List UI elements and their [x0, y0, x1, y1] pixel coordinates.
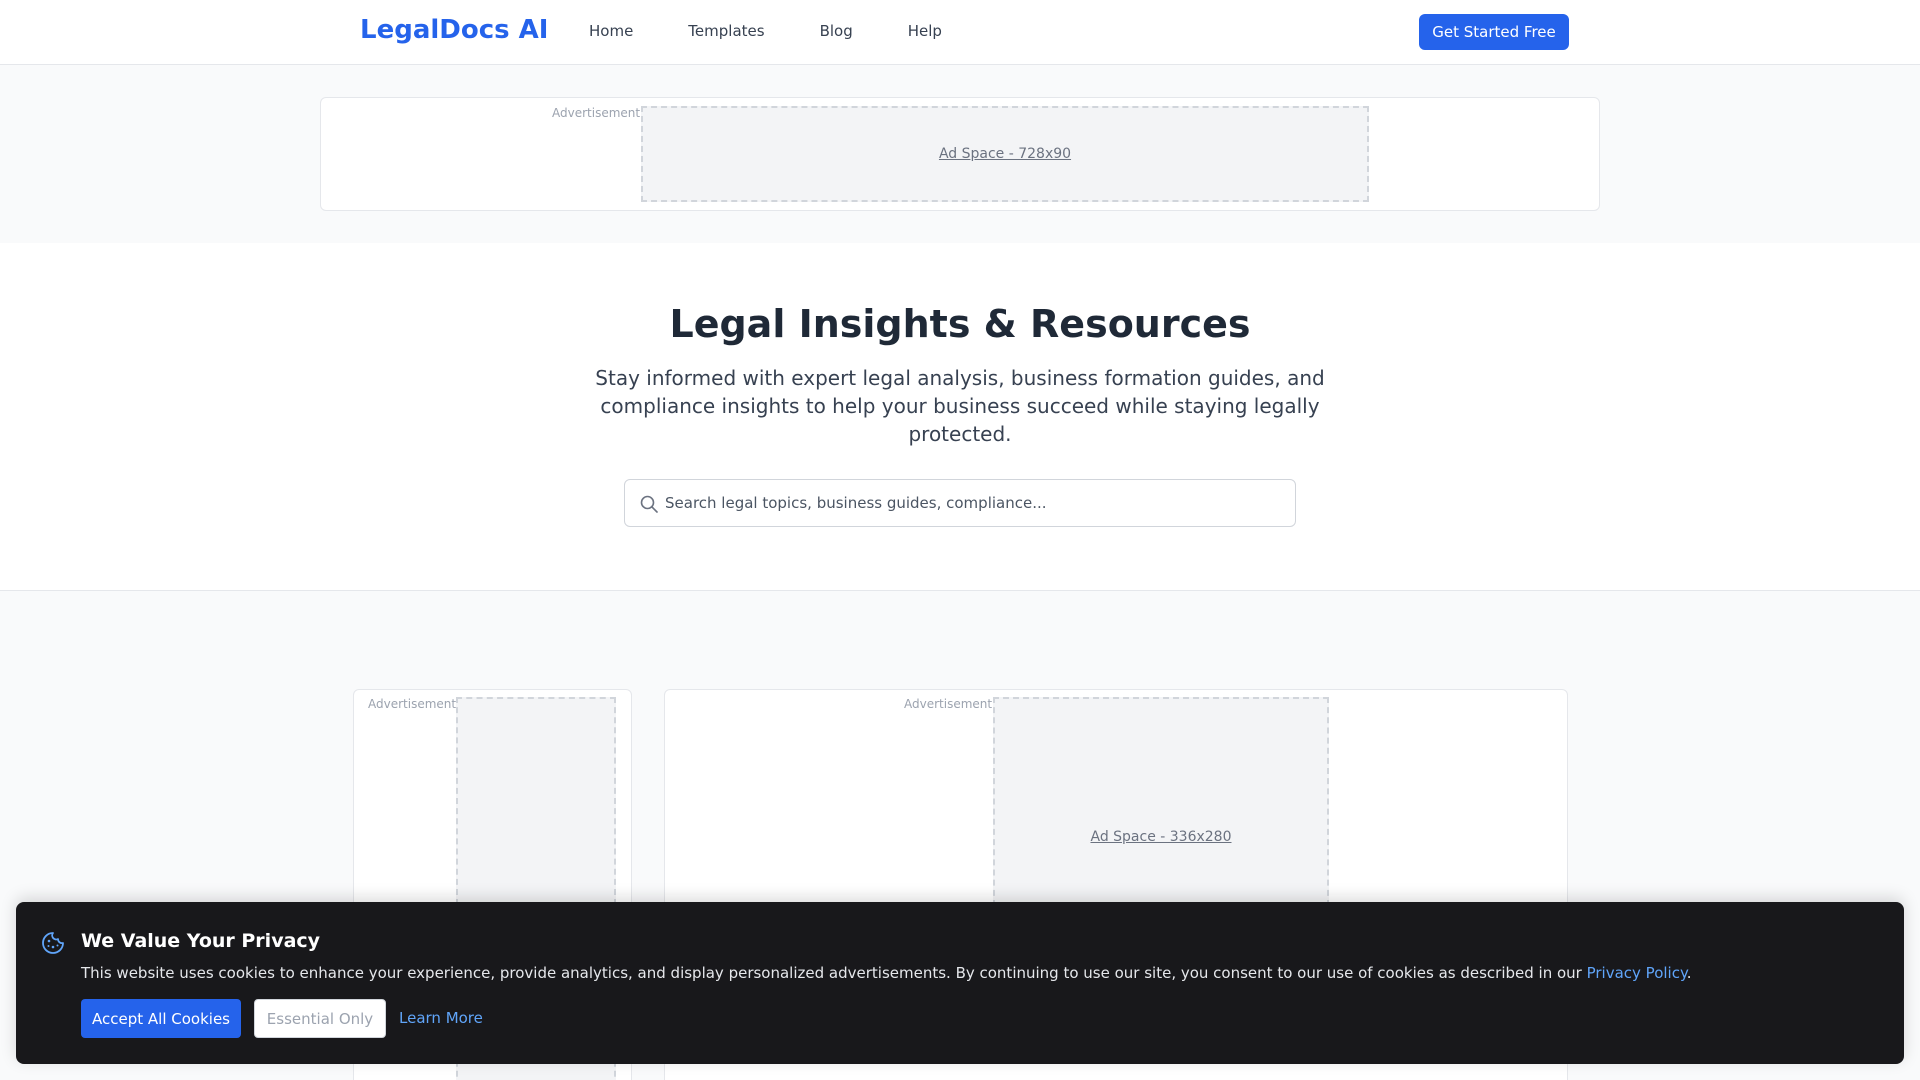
get-started-button[interactable]: Get Started Free — [1419, 14, 1569, 50]
learn-more-link[interactable]: Learn More — [399, 1009, 483, 1027]
ad-label: Advertisement — [904, 697, 993, 711]
cookie-icon — [42, 932, 64, 954]
cookie-text-body: This website uses cookies to enhance you… — [81, 964, 1587, 982]
search-input[interactable] — [665, 480, 1285, 526]
main-ad-space-label: Ad Space - 336x280 — [1090, 829, 1232, 845]
nav-templates[interactable]: Templates — [688, 22, 764, 40]
ad-label: Advertisement — [368, 697, 457, 711]
top-ad-card: Advertisement Ad Space - 728x90 — [320, 97, 1600, 211]
page-title: Legal Insights & Resources — [669, 302, 1251, 346]
site-header: LegalDocs AI Home Templates Blog Help Ge… — [0, 0, 1920, 65]
logo[interactable]: LegalDocs AI — [360, 15, 548, 45]
privacy-policy-link[interactable]: Privacy Policy — [1587, 964, 1687, 982]
top-ad-space[interactable]: Ad Space - 728x90 — [641, 106, 1369, 202]
cookie-text-end: . — [1686, 964, 1692, 982]
top-ad-space-label: Ad Space - 728x90 — [938, 146, 1072, 162]
nav-home[interactable]: Home — [589, 22, 633, 40]
ad-label: Advertisement — [552, 106, 641, 120]
essential-only-button[interactable]: Essential Only — [254, 999, 386, 1038]
search-icon — [640, 495, 658, 513]
nav-help[interactable]: Help — [908, 22, 942, 40]
accept-all-cookies-button[interactable]: Accept All Cookies — [81, 999, 241, 1038]
nav-blog[interactable]: Blog — [820, 22, 853, 40]
cookie-banner-title: We Value Your Privacy — [81, 930, 321, 952]
search-box — [624, 479, 1296, 527]
cookie-banner: We Value Your Privacy This website uses … — [16, 902, 1904, 1064]
page-subtitle: Stay informed with expert legal analysis… — [595, 366, 1325, 446]
cookie-banner-text: This website uses cookies to enhance you… — [81, 964, 1691, 982]
main-nav: Home Templates Blog Help — [589, 22, 942, 40]
